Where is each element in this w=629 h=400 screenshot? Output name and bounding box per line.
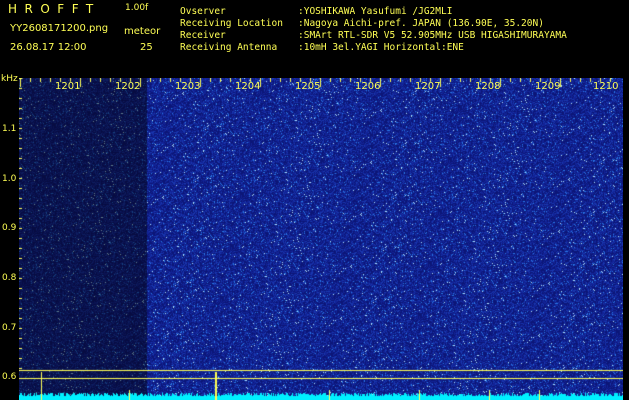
info-value-location: :Nagoya Aichi-pref. JAPAN (136.90E, 35.2…: [298, 18, 544, 29]
y-axis-unit: kHz: [1, 74, 18, 84]
y-tick-label: 0.8: [2, 273, 17, 283]
info-value-observer: :YOSHIKAWA Yasufumi /JG2MLI: [298, 6, 453, 17]
x-tick-label: 1209: [535, 81, 561, 92]
image-filename: YY2608171200.png: [10, 23, 109, 34]
right-edge-strip: [623, 78, 629, 400]
info-value-receiver: :SMArt RTL-SDR V5 52.905MHz USB HIGASHIM…: [298, 30, 567, 41]
info-value-antenna: :10mH 3el.YAGI Horizontal:ENE: [298, 42, 464, 53]
y-tick-label: 0.7: [2, 323, 17, 333]
waterfall-spectrogram[interactable]: [19, 78, 623, 400]
app-title: HROFFT: [8, 2, 101, 16]
x-tick-label: 1207: [415, 81, 441, 92]
app-version: 1.00f: [125, 3, 149, 13]
info-key-antenna: Receiving Antenna: [180, 42, 278, 53]
x-tick-label: 1206: [355, 81, 381, 92]
header-panel: HROFFT 1.00f YY2608171200.png meteor 26.…: [0, 0, 629, 78]
info-key-location: Receiving Location: [180, 18, 283, 29]
y-tick-label: 1.1: [2, 124, 17, 134]
info-key-observer: Ovserver: [180, 6, 226, 17]
x-tick-label: 1203: [175, 81, 201, 92]
x-tick-label: 1208: [475, 81, 501, 92]
y-tick-label: 1.0: [2, 174, 17, 184]
meteor-count: 25: [140, 42, 153, 53]
y-tick-label: 0.9: [2, 223, 17, 233]
x-tick-label: 1201: [55, 81, 81, 92]
x-tick-label: 1205: [295, 81, 321, 92]
info-key-receiver: Receiver: [180, 30, 226, 41]
x-tick-label: 1210: [593, 81, 619, 92]
observation-datetime: 26.08.17 12:00: [10, 42, 87, 53]
x-tick-label: 1204: [235, 81, 261, 92]
y-tick-label: 0.6: [2, 372, 17, 382]
meteor-label: meteor: [124, 26, 161, 37]
x-tick-label: 1202: [115, 81, 141, 92]
